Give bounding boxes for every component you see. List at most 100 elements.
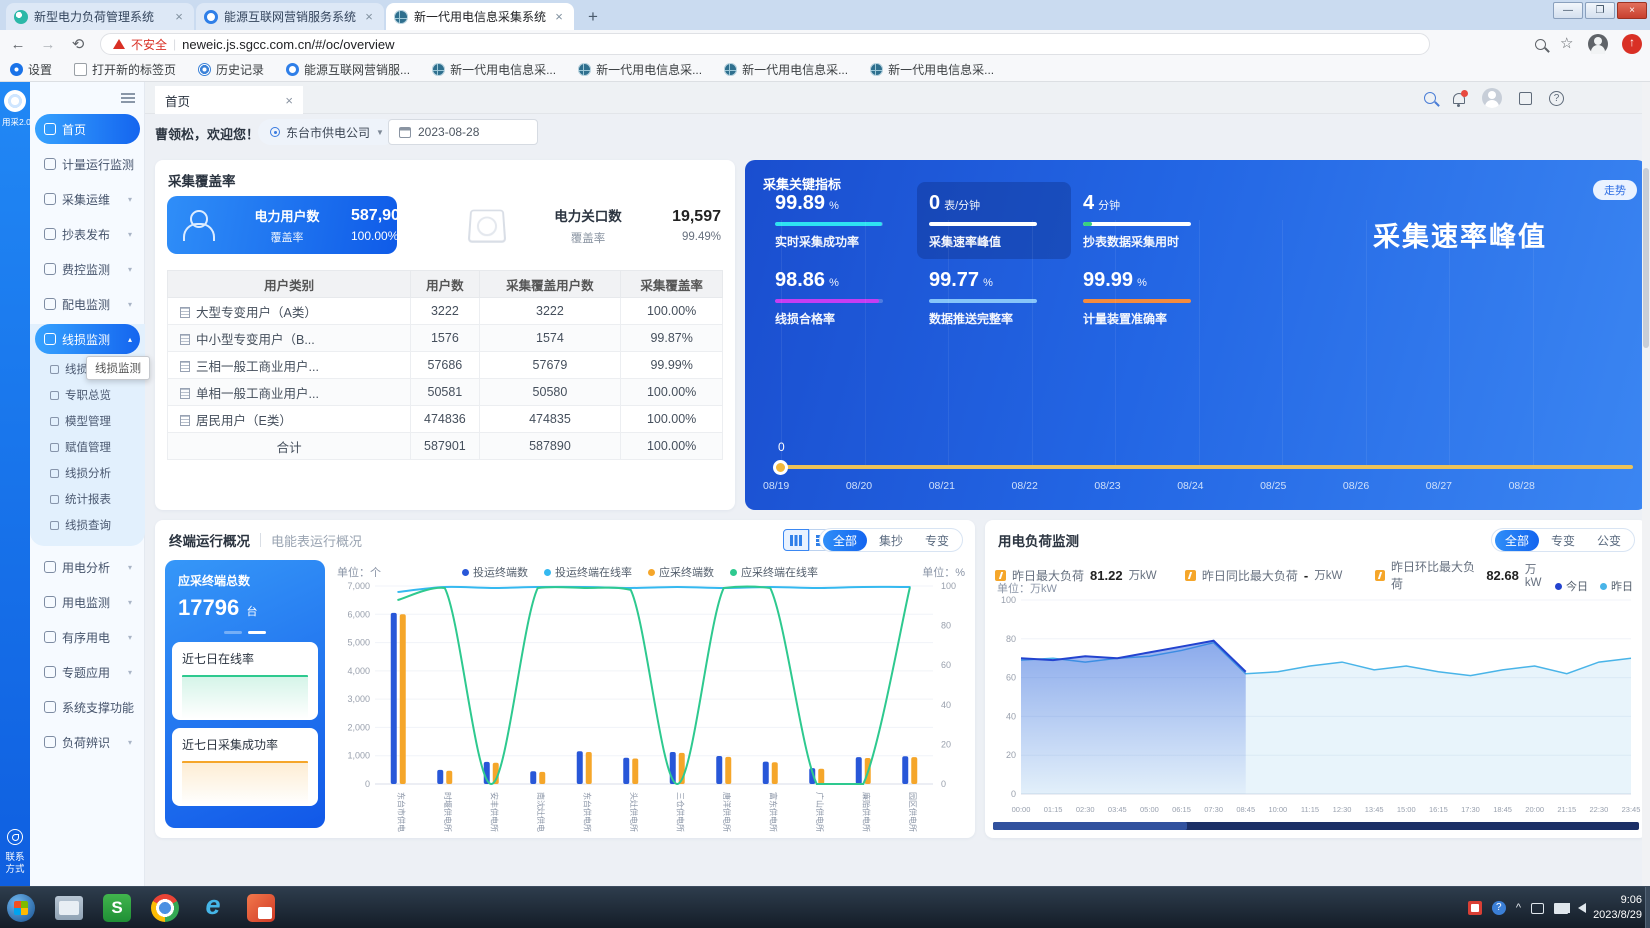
bell-icon[interactable]: [1453, 93, 1465, 104]
windows-start-icon[interactable]: [4, 891, 38, 925]
address-bar[interactable]: 不安全 | neweic.js.sgcc.com.cn/#/oc/overvie…: [100, 33, 1430, 55]
sidebar-item-首页[interactable]: 首页: [35, 114, 140, 144]
sidebar-item-用电分析[interactable]: 用电分析▾: [35, 552, 140, 582]
timeline-date: 08/28: [1509, 480, 1535, 492]
help-icon[interactable]: [1549, 91, 1564, 106]
browser-tab[interactable]: 新一代用电信息采集系统×: [386, 3, 574, 30]
browser-tab[interactable]: 新型电力负荷管理系统×: [6, 3, 194, 30]
sidebar-item-负荷辨识[interactable]: 负荷辨识▾: [35, 727, 140, 757]
bookmark-item[interactable]: 新一代用电信息采...: [578, 61, 702, 78]
timeline-date: 08/21: [929, 480, 955, 492]
fullscreen-icon[interactable]: [1519, 92, 1532, 105]
tab-close-icon[interactable]: ×: [552, 9, 566, 24]
tray-help-icon[interactable]: [1492, 901, 1506, 915]
sidebar-subitem-线损分析[interactable]: 线损分析: [30, 460, 145, 486]
wps-icon[interactable]: [100, 891, 134, 925]
refresh-button[interactable]: ⟲: [66, 32, 90, 56]
bookmark-item[interactable]: 新一代用电信息采...: [870, 61, 994, 78]
scrollbar-thumb[interactable]: [1643, 168, 1649, 348]
trend-button[interactable]: 走势: [1593, 180, 1637, 200]
table-header-row: 用户类别用户数采集覆盖用户数采集覆盖率: [168, 271, 723, 298]
tray-expand-icon[interactable]: ^: [1516, 902, 1521, 914]
bookmark-item[interactable]: 新一代用电信息采...: [432, 61, 556, 78]
sidebar-subitem-模型管理[interactable]: 模型管理: [30, 408, 145, 434]
chart-zoom-slider[interactable]: [993, 822, 1639, 830]
tab-close-icon[interactable]: ×: [172, 9, 186, 24]
load-stat-value: 81.22: [1090, 568, 1123, 583]
org-selector[interactable]: 东台市供电公司 ▼: [258, 119, 396, 145]
taskbar-clock[interactable]: 9:06 2023/8/29: [1593, 893, 1642, 923]
lineloss-icon: [44, 333, 56, 345]
avatar[interactable]: [1482, 88, 1502, 108]
carousel-dots[interactable]: [165, 631, 325, 634]
browser-update-icon[interactable]: [1622, 34, 1642, 54]
contact-block[interactable]: 联系 方式: [0, 829, 30, 876]
filter-公变[interactable]: 公变: [1587, 530, 1631, 551]
zoom-icon[interactable]: [1535, 39, 1546, 50]
bookmark-item[interactable]: 历史记录: [198, 61, 264, 78]
sidebar-item-专题应用[interactable]: 专题应用▾: [35, 657, 140, 687]
sidebar-item-用电监测[interactable]: 用电监测▾: [35, 587, 140, 617]
date-input[interactable]: 2023-08-28: [388, 119, 538, 145]
filter-专变[interactable]: 专变: [1541, 530, 1585, 551]
bookmarks-bar: 设置 打开新的标签页 历史记录 能源互联网营销服... 新一代用电信息采... 新一代用电…: [0, 58, 1650, 82]
svg-text:南沈灶供电所: 南沈灶供电所: [536, 792, 546, 832]
minimize-button[interactable]: —: [1553, 2, 1583, 19]
sidebar-item-线损监测[interactable]: 线损监测▴: [35, 324, 140, 354]
globe-icon: [870, 63, 883, 76]
online-rate-card[interactable]: 近七日在线率: [172, 642, 318, 720]
filter-全部[interactable]: 全部: [1495, 530, 1539, 551]
bookmark-item[interactable]: 新一代用电信息采...: [724, 61, 848, 78]
sidebar-item-配电监测[interactable]: 配电监测▾: [35, 289, 140, 319]
chart-view-button[interactable]: [783, 529, 809, 551]
chrome-icon[interactable]: [148, 891, 182, 925]
tab-close-icon[interactable]: ×: [362, 9, 376, 24]
new-tab-button[interactable]: +: [580, 6, 606, 28]
powerpoint-icon[interactable]: [244, 891, 278, 925]
table-row: 合计587901587890100.00%: [168, 433, 723, 460]
power-users-card[interactable]: 电力用户数 覆盖率 587,901 100.00%: [167, 196, 397, 254]
bookmark-star-icon[interactable]: ☆: [1560, 37, 1574, 51]
ie-icon[interactable]: [196, 891, 230, 925]
maximize-button[interactable]: ❐: [1585, 2, 1615, 19]
sidebar-item-系统支撑功能[interactable]: 系统支撑功能▾: [35, 692, 140, 722]
tray-ime-icon[interactable]: [1531, 903, 1544, 914]
sidebar-subitem-专职总览[interactable]: 专职总览: [30, 382, 145, 408]
bookmark-label: 设置: [28, 61, 52, 78]
timeline-date: 08/20: [846, 480, 872, 492]
sidebar-subitem-线损查询[interactable]: 线损查询: [30, 512, 145, 538]
filter-专变[interactable]: 专变: [915, 530, 959, 551]
forward-button[interactable]: →: [36, 32, 60, 56]
filter-集抄[interactable]: 集抄: [869, 530, 913, 551]
back-button[interactable]: ←: [6, 32, 30, 56]
gateway-card[interactable]: 电力关口数 覆盖率 19,597 99.49%: [455, 196, 721, 254]
browser-tab[interactable]: 能源互联网营销服务系统×: [196, 3, 384, 30]
files-icon[interactable]: [52, 891, 86, 925]
show-desktop-button[interactable]: [1645, 887, 1650, 928]
sidebar-item-计量运行监测[interactable]: 计量运行监测▾: [35, 149, 140, 179]
sidebar-item-费控监测[interactable]: 费控监测▾: [35, 254, 140, 284]
sidebar-item-采集运维[interactable]: 采集运维▾: [35, 184, 140, 214]
sidebar-subitem-赋值管理[interactable]: 赋值管理: [30, 434, 145, 460]
svg-text:6,000: 6,000: [347, 609, 370, 619]
sidebar-item-有序用电[interactable]: 有序用电▾: [35, 622, 140, 652]
tab-terminal-overview[interactable]: 终端运行概况: [169, 530, 250, 550]
bookmark-item[interactable]: 设置: [10, 61, 52, 78]
bookmark-item[interactable]: 打开新的标签页: [74, 61, 176, 78]
bookmark-item[interactable]: 能源互联网营销服...: [286, 61, 410, 78]
sidebar-item-抄表发布[interactable]: 抄表发布▾: [35, 219, 140, 249]
sidebar-subitem-统计报表[interactable]: 统计报表: [30, 486, 145, 512]
close-button[interactable]: ×: [1617, 2, 1647, 19]
tab-close-icon[interactable]: ×: [285, 93, 293, 108]
timeline-handle[interactable]: [773, 460, 788, 475]
tab-meter-overview[interactable]: 电能表运行概况: [271, 531, 362, 550]
sidebar-collapse-icon[interactable]: [121, 93, 135, 103]
page-tab-home[interactable]: 首页 ×: [155, 86, 303, 114]
tray-volume-icon[interactable]: [1578, 903, 1586, 913]
success-rate-card[interactable]: 近七日采集成功率: [172, 728, 318, 806]
search-icon[interactable]: [1424, 92, 1436, 104]
profile-avatar-icon[interactable]: [1588, 34, 1608, 54]
page-scrollbar[interactable]: [1642, 82, 1650, 886]
tray-red-app-icon[interactable]: [1468, 901, 1482, 915]
filter-全部[interactable]: 全部: [823, 530, 867, 551]
